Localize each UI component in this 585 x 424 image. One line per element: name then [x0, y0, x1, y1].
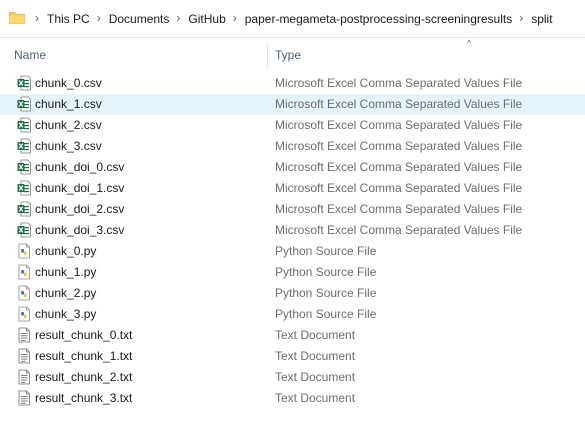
file-type: Text Document — [275, 391, 356, 405]
file-type: Microsoft Excel Comma Separated Values F… — [275, 202, 523, 216]
file-name: chunk_2.csv — [35, 118, 102, 132]
file-row[interactable]: chunk_2.csv Microsoft Excel Comma Separat… — [0, 115, 585, 136]
file-row[interactable]: chunk_3.csv Microsoft Excel Comma Separat… — [0, 136, 585, 157]
file-name: chunk_doi_0.csv — [35, 160, 125, 174]
breadcrumb-separator[interactable]: › — [35, 11, 39, 25]
text-document-icon — [17, 348, 31, 364]
file-type: Text Document — [275, 328, 356, 342]
file-row[interactable]: chunk_0.py Python Source File — [0, 241, 585, 262]
python-file-icon — [17, 285, 31, 301]
excel-csv-icon — [17, 75, 31, 91]
file-type: Python Source File — [275, 307, 377, 321]
file-name: result_chunk_1.txt — [35, 349, 133, 363]
file-row[interactable]: chunk_1.csv Microsoft Excel Comma Separat… — [0, 94, 585, 115]
column-header-type[interactable]: Type — [275, 48, 301, 62]
file-name: chunk_0.csv — [35, 76, 102, 90]
breadcrumb-separator[interactable]: › — [176, 11, 180, 25]
folder-icon — [9, 12, 25, 24]
sort-indicator-icon: ^ — [467, 38, 472, 48]
file-name: chunk_doi_3.csv — [35, 223, 125, 237]
breadcrumb-repo[interactable]: paper-megameta-postprocessing-screeningr… — [245, 12, 512, 26]
file-row[interactable]: chunk_doi_0.csv Microsoft Excel Comma Sep… — [0, 157, 585, 178]
file-name: chunk_1.csv — [35, 97, 102, 111]
file-row[interactable]: chunk_0.csv Microsoft Excel Comma Separat… — [0, 73, 585, 94]
file-type: Microsoft Excel Comma Separated Values F… — [275, 97, 523, 111]
file-type: Python Source File — [275, 244, 377, 258]
file-type: Python Source File — [275, 265, 377, 279]
file-name: result_chunk_2.txt — [35, 370, 133, 384]
breadcrumb: › This PC › Documents › GitHub › paper-m… — [28, 0, 553, 38]
file-name: chunk_doi_1.csv — [35, 181, 125, 195]
file-type: Text Document — [275, 370, 356, 384]
file-name: chunk_3.py — [35, 307, 97, 321]
file-type: Text Document — [275, 349, 356, 363]
column-divider[interactable] — [267, 42, 268, 70]
file-type: Microsoft Excel Comma Separated Values F… — [275, 223, 523, 237]
file-row[interactable]: chunk_doi_3.csv Microsoft Excel Comma Sep… — [0, 220, 585, 241]
excel-csv-icon — [17, 117, 31, 133]
breadcrumb-this-pc[interactable]: This PC — [47, 12, 90, 26]
excel-csv-icon — [17, 138, 31, 154]
python-file-icon — [17, 264, 31, 280]
file-name: chunk_doi_2.csv — [35, 202, 125, 216]
address-bar[interactable]: › This PC › Documents › GitHub › paper-m… — [0, 0, 585, 38]
text-document-icon — [17, 369, 31, 385]
text-document-icon — [17, 390, 31, 406]
file-name: chunk_0.py — [35, 244, 97, 258]
python-file-icon — [17, 306, 31, 322]
breadcrumb-separator[interactable]: › — [97, 11, 101, 25]
column-header-name[interactable]: Name — [14, 48, 46, 62]
file-row[interactable]: chunk_doi_1.csv Microsoft Excel Comma Sep… — [0, 178, 585, 199]
file-row[interactable]: result_chunk_3.txt Text Document — [0, 388, 585, 409]
file-row[interactable]: result_chunk_2.txt Text Document — [0, 367, 585, 388]
file-type: Microsoft Excel Comma Separated Values F… — [275, 181, 523, 195]
file-row[interactable]: chunk_3.py Python Source File — [0, 304, 585, 325]
text-document-icon — [17, 327, 31, 343]
breadcrumb-separator[interactable]: › — [519, 11, 523, 25]
excel-csv-icon — [17, 201, 31, 217]
file-row[interactable]: result_chunk_1.txt Text Document — [0, 346, 585, 367]
file-name: chunk_1.py — [35, 265, 97, 279]
file-type: Microsoft Excel Comma Separated Values F… — [275, 76, 523, 90]
file-name: chunk_2.py — [35, 286, 97, 300]
file-row[interactable]: chunk_1.py Python Source File — [0, 262, 585, 283]
file-name: result_chunk_3.txt — [35, 391, 133, 405]
file-row[interactable]: result_chunk_0.txt Text Document — [0, 325, 585, 346]
breadcrumb-github[interactable]: GitHub — [188, 12, 225, 26]
file-row[interactable]: chunk_doi_2.csv Microsoft Excel Comma Sep… — [0, 199, 585, 220]
excel-csv-icon — [17, 180, 31, 196]
breadcrumb-documents[interactable]: Documents — [109, 12, 170, 26]
excel-csv-icon — [17, 96, 31, 112]
excel-csv-icon — [17, 222, 31, 238]
excel-csv-icon — [17, 159, 31, 175]
breadcrumb-split[interactable]: split — [531, 12, 552, 26]
file-type: Microsoft Excel Comma Separated Values F… — [275, 139, 523, 153]
python-file-icon — [17, 243, 31, 259]
breadcrumb-separator[interactable]: › — [233, 11, 237, 25]
file-list: chunk_0.csv Microsoft Excel Comma Separat… — [0, 73, 585, 409]
file-type: Microsoft Excel Comma Separated Values F… — [275, 118, 523, 132]
file-name: chunk_3.csv — [35, 139, 102, 153]
file-name: result_chunk_0.txt — [35, 328, 133, 342]
file-row[interactable]: chunk_2.py Python Source File — [0, 283, 585, 304]
column-headers: Name Type — [0, 40, 585, 70]
file-type: Python Source File — [275, 286, 377, 300]
file-type: Microsoft Excel Comma Separated Values F… — [275, 160, 523, 174]
